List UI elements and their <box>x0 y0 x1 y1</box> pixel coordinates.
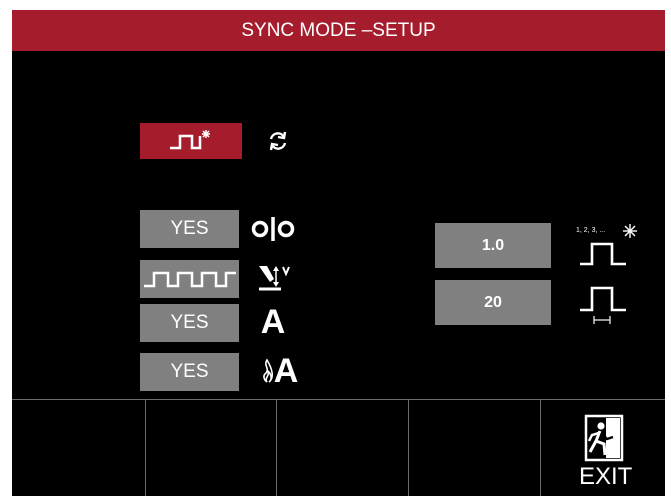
pulse-count-button[interactable]: 1.0 <box>435 223 551 268</box>
current-value-button[interactable]: YES <box>140 304 239 342</box>
gap-value-button[interactable]: YES <box>140 210 239 248</box>
exit-icon <box>584 414 624 462</box>
multi-pulse-icon <box>143 271 236 288</box>
pulse-count-spark-icon: 1, 2, 3, ... <box>574 222 644 270</box>
gap-value: YES <box>170 218 209 239</box>
pulse-width-button[interactable]: 20 <box>435 280 551 325</box>
torch-height-icon <box>250 260 296 298</box>
sync-pulse-mode-button[interactable] <box>140 123 242 159</box>
current-a-letter: A <box>260 302 286 341</box>
current-a-icon: A <box>255 302 291 342</box>
softkey-1[interactable] <box>12 399 145 496</box>
pulse-spark-icon <box>170 130 210 150</box>
exit-button[interactable]: EXIT <box>540 399 665 496</box>
gap-icon <box>250 210 296 248</box>
current-value: YES <box>170 312 209 333</box>
pulse-width-icon <box>574 280 644 328</box>
pulse-count-value: 1.0 <box>481 236 505 254</box>
softkey-2[interactable] <box>145 399 276 496</box>
pulse-sequence-label: 1, 2, 3, ... <box>576 227 605 234</box>
footer-softkeys: EXIT <box>12 399 665 496</box>
flame-current-icon: A <box>250 351 308 391</box>
multi-pulse-button[interactable] <box>140 260 239 298</box>
softkey-3[interactable] <box>276 399 408 496</box>
header-bar: SYNC MODE –SETUP <box>12 10 665 51</box>
refresh-icon[interactable] <box>264 127 292 155</box>
flame-current-value: YES <box>170 361 209 382</box>
flame-current-value-button[interactable]: YES <box>140 353 239 391</box>
setup-screen: SYNC MODE –SETUP YES YES A YES A 1.0 1, … <box>12 10 665 496</box>
softkey-4[interactable] <box>408 399 540 496</box>
pulse-width-value: 20 <box>484 293 502 311</box>
flame-icon <box>262 358 273 383</box>
flame-current-letter: A <box>273 351 299 390</box>
page-title: SYNC MODE –SETUP <box>241 20 436 41</box>
exit-label: EXIT <box>579 463 633 490</box>
